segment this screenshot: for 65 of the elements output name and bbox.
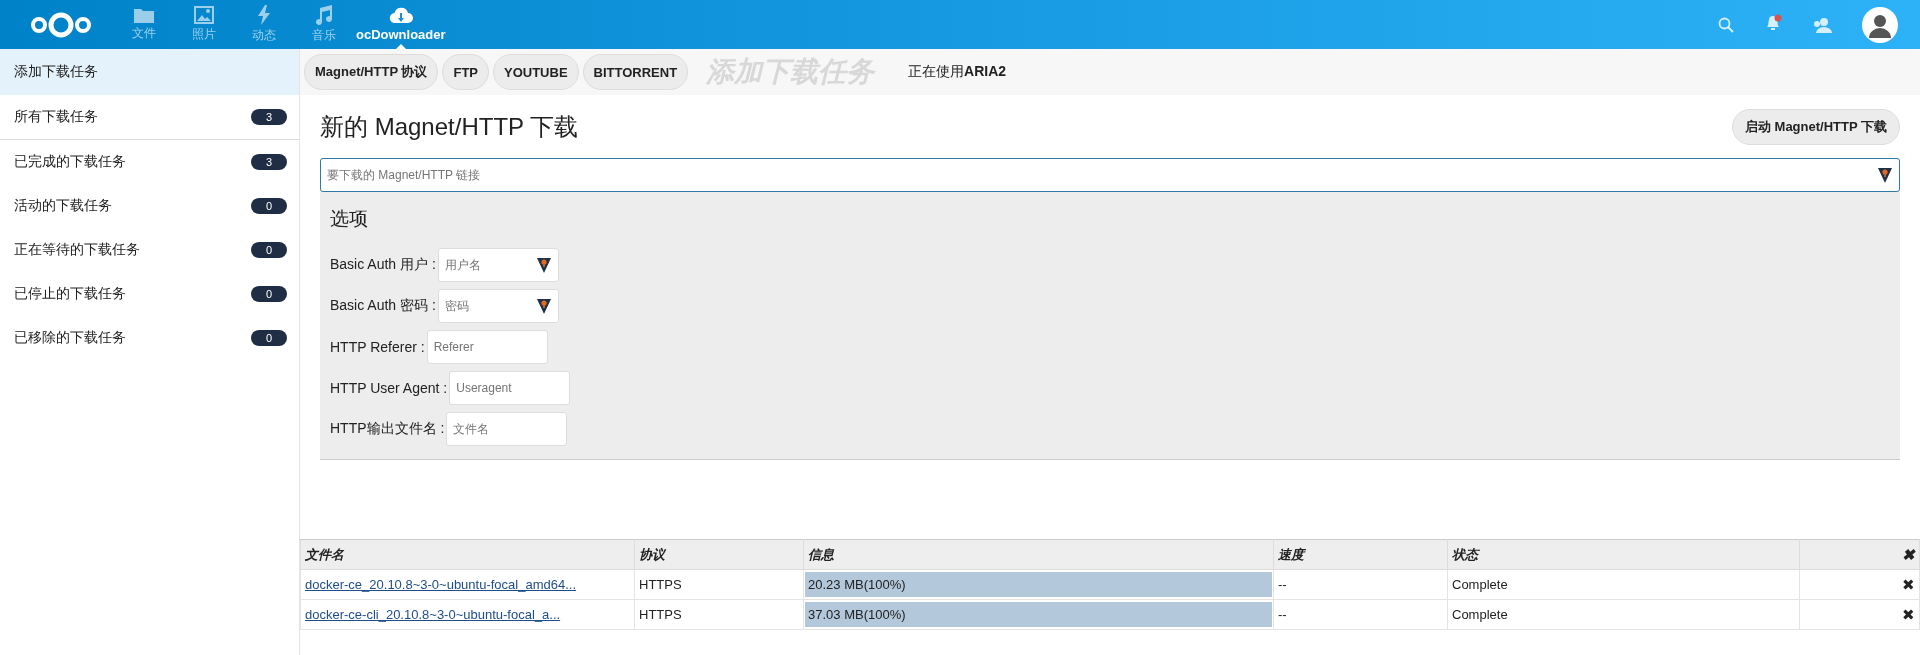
option-label: HTTP Referer : <box>330 338 425 355</box>
protocol-tab[interactable]: YOUTUBE <box>493 54 579 90</box>
option-label: HTTP输出文件名 : <box>330 419 445 438</box>
remove-button[interactable]: ✖ <box>1902 575 1915 593</box>
sidebar-label: 已完成的下载任务 <box>14 153 127 171</box>
count-badge: 3 <box>251 154 287 170</box>
option-label: Basic Auth 用户 : <box>330 255 436 274</box>
protocol-tab[interactable]: FTP <box>442 54 489 90</box>
cloud-download-icon <box>388 7 413 25</box>
count-badge: 0 <box>251 330 287 346</box>
option-input-field[interactable]: 文件名 <box>446 411 568 446</box>
count-badge: 0 <box>251 286 287 302</box>
column-header: 信息 <box>803 539 1274 570</box>
remove-button[interactable]: ✖ <box>1902 605 1915 623</box>
music-note-icon <box>315 5 333 25</box>
sidebar-item[interactable]: 已停止的下载任务 0 <box>0 272 299 316</box>
url-input-field[interactable]: 要下载的 Magnet/HTTP 链接 <box>320 158 1900 192</box>
sidebar-label: 已移除的下载任务 <box>14 329 127 347</box>
count-badge: 3 <box>251 109 287 125</box>
key-icon[interactable] <box>536 255 551 274</box>
avatar[interactable] <box>1862 6 1898 43</box>
table-cell: HTTPS <box>634 599 804 630</box>
progress-text: 37.03 MB(100%) <box>807 606 907 624</box>
sidebar-item[interactable]: 已完成的下载任务 3 <box>0 140 299 184</box>
folder-icon <box>134 7 154 23</box>
protocol-tab[interactable]: BITTORRENT <box>582 54 689 90</box>
key-icon[interactable] <box>1878 166 1892 184</box>
option-label: Basic Auth 密码 : <box>330 296 436 315</box>
table-cell: Complete <box>1447 599 1800 630</box>
engine-status: 正在使用ARIA2 <box>908 63 1007 81</box>
sidebar-label: 添加下载任务 <box>14 63 99 81</box>
column-header: 协议 <box>634 539 804 570</box>
start-download-button[interactable]: 启动 Magnet/HTTP 下载 <box>1731 108 1900 145</box>
bell-icon[interactable] <box>1764 14 1782 32</box>
table-cell: Complete <box>1447 569 1800 600</box>
option-input-field[interactable]: Useragent <box>449 370 571 405</box>
image-icon <box>194 6 214 24</box>
option-input-field[interactable]: Referer <box>426 329 548 364</box>
protocol-tab[interactable]: Magnet/HTTP 协议 <box>304 54 439 90</box>
sidebar-label: 正在等待的下载任务 <box>14 241 141 259</box>
sidebar-item[interactable]: 正在等待的下载任务 0 <box>0 228 299 272</box>
sidebar-label: 所有下载任务 <box>14 108 99 126</box>
clear-all-button[interactable]: ✖ <box>1902 545 1915 563</box>
sidebar-item[interactable]: 已移除的下载任务 0 <box>0 316 299 360</box>
option-input-field[interactable]: 用户名 <box>437 247 559 282</box>
column-header: 文件名 <box>300 539 635 570</box>
table-cell: HTTPS <box>634 569 804 600</box>
form-title: 新的 Magnet/HTTP 下载 <box>320 111 579 142</box>
options-title: 选项 <box>330 207 369 231</box>
column-header: 状态 <box>1447 539 1800 570</box>
table-cell: -- <box>1273 569 1448 600</box>
sidebar-label: 活动的下载任务 <box>14 197 113 215</box>
option-label: HTTP User Agent : <box>330 379 448 396</box>
lightning-icon <box>257 5 271 25</box>
sidebar-item[interactable]: 添加下载任务 <box>0 49 299 95</box>
sidebar-item[interactable]: 活动的下载任务 0 <box>0 184 299 228</box>
sidebar-label: 已停止的下载任务 <box>14 285 127 303</box>
sidebar-item[interactable]: 所有下载任务 3 <box>0 95 299 140</box>
column-header: 速度 <box>1273 539 1448 570</box>
progress-text: 20.23 MB(100%) <box>807 576 907 594</box>
option-input-field[interactable]: 密码 <box>437 288 559 323</box>
table-cell: -- <box>1273 599 1448 630</box>
count-badge: 0 <box>251 198 287 214</box>
key-icon[interactable] <box>536 296 551 315</box>
count-badge: 0 <box>251 242 287 258</box>
